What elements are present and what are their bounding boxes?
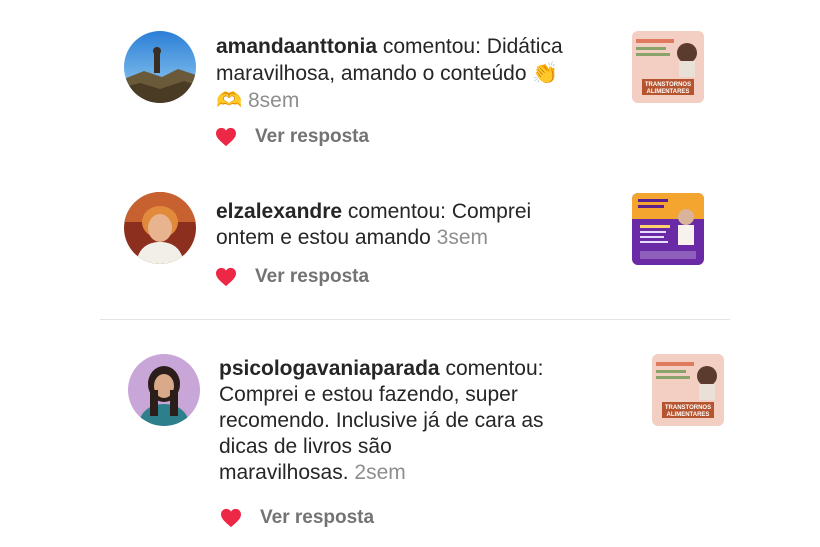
timestamp: 3sem bbox=[436, 226, 489, 249]
comment-body: maravilhosa, amando o conteúdo bbox=[216, 62, 527, 85]
heart-icon[interactable] bbox=[215, 267, 237, 287]
timestamp: 8sem bbox=[248, 89, 300, 112]
reply-row: Ver resposta bbox=[215, 266, 369, 288]
comment-text: elzalexandre comentou: Comprei ontem e e… bbox=[216, 199, 616, 251]
avatar[interactable] bbox=[124, 31, 196, 103]
comment-body: recomendo. Inclusive já de cara as bbox=[219, 409, 544, 432]
username[interactable]: psicologavaniaparada bbox=[219, 357, 440, 380]
reply-row: Ver resposta bbox=[220, 507, 374, 529]
avatar[interactable] bbox=[128, 354, 200, 426]
comment-body: Didática bbox=[486, 35, 563, 58]
heart-icon[interactable] bbox=[215, 127, 237, 147]
avatar[interactable] bbox=[124, 192, 196, 264]
post-thumbnail[interactable] bbox=[632, 193, 704, 265]
timestamp: 2sem bbox=[354, 461, 406, 484]
heart-icon[interactable] bbox=[220, 508, 242, 528]
comment-verb: comentou: bbox=[445, 357, 544, 380]
thumbnail-title: ALIMENTARES bbox=[647, 89, 690, 95]
post-thumbnail[interactable]: TRANSTORNOS ALIMENTARES bbox=[632, 31, 704, 103]
comment-text: psicologavaniaparada comentou: Comprei e… bbox=[219, 356, 629, 486]
thumbnail-title: ALIMENTARES bbox=[667, 412, 710, 418]
comment-body: dicas de livros são bbox=[219, 435, 392, 458]
comment-body: Comprei bbox=[451, 200, 532, 223]
comment-body: ontem e estou amando bbox=[216, 226, 431, 249]
view-reply-link[interactable]: Ver resposta bbox=[255, 266, 369, 288]
comment-body: Comprei e estou fazendo, super bbox=[219, 383, 518, 406]
clapping-hands-icon: 👏 bbox=[532, 61, 559, 85]
comment-verb: comentou: bbox=[347, 200, 446, 223]
reply-row: Ver resposta bbox=[215, 126, 369, 148]
divider bbox=[100, 319, 730, 320]
username[interactable]: amandaanttonia bbox=[216, 35, 377, 58]
heart-hands-icon: 🫶 bbox=[216, 88, 243, 112]
view-reply-link[interactable]: Ver resposta bbox=[260, 507, 374, 529]
comment-body: maravilhosas. bbox=[219, 461, 349, 484]
post-thumbnail[interactable]: TRANSTORNOS ALIMENTARES bbox=[652, 354, 724, 426]
comment-text: amandaanttonia comentou: Didática maravi… bbox=[216, 34, 616, 114]
comment-verb: comentou: bbox=[382, 35, 481, 58]
view-reply-link[interactable]: Ver resposta bbox=[255, 126, 369, 148]
thumbnail-title: TRANSTORNOS bbox=[645, 82, 691, 88]
thumbnail-title: TRANSTORNOS bbox=[665, 405, 711, 411]
username[interactable]: elzalexandre bbox=[216, 200, 342, 223]
